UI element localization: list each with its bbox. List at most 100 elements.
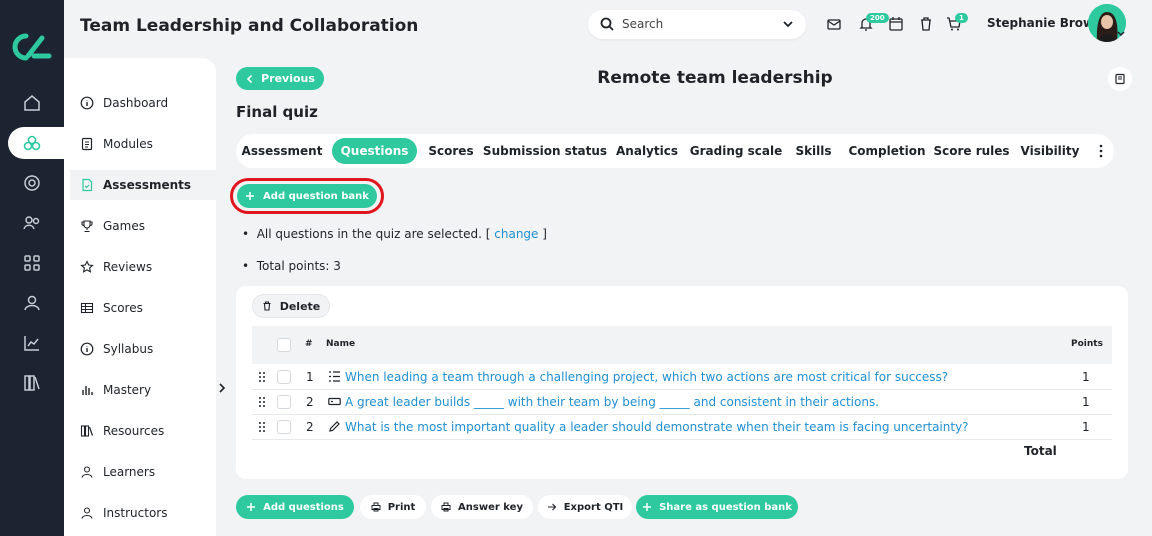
quiz-title: Final quiz xyxy=(236,103,318,121)
page-title: Remote team leadership xyxy=(597,68,833,88)
trash-icon[interactable] xyxy=(918,16,934,32)
notifications-badge: 200 xyxy=(866,13,889,23)
bullet-dot: • xyxy=(242,259,257,273)
line-chart-icon[interactable] xyxy=(22,333,42,353)
more-vertical-icon[interactable] xyxy=(1093,142,1109,160)
target-icon[interactable] xyxy=(22,173,42,193)
sidebar-item-games[interactable]: Games xyxy=(70,211,216,241)
chevron-down-icon[interactable] xyxy=(782,19,794,29)
sidebar-item-label: Reviews xyxy=(103,260,153,274)
answer-key-button[interactable]: Answer key xyxy=(431,495,533,519)
library-icon[interactable] xyxy=(22,373,42,393)
drag-handle-icon[interactable] xyxy=(258,371,266,383)
user-name[interactable]: Stephanie Brown xyxy=(987,16,1103,30)
table-row[interactable]: 2 A great leader builds _____ with their… xyxy=(252,390,1112,415)
sidebar-item-label: Syllabus xyxy=(103,342,154,356)
row-checkbox[interactable] xyxy=(277,420,291,434)
app-logo[interactable] xyxy=(12,32,52,62)
row-checkbox[interactable] xyxy=(277,370,291,384)
user-icon xyxy=(81,466,93,478)
change-link[interactable]: change xyxy=(494,227,538,241)
search-placeholder: Search xyxy=(622,17,664,31)
total-label: Total xyxy=(1024,444,1057,458)
sidebar-item-instructors[interactable]: Instructors xyxy=(70,498,216,528)
sidebar-item-mastery[interactable]: Mastery xyxy=(70,375,216,405)
plus-icon xyxy=(246,192,255,200)
assessment-icon xyxy=(82,178,93,192)
header-name: Name xyxy=(326,339,356,349)
share-as-bank-label: Share as question bank xyxy=(659,501,792,513)
sidebar-item-resources[interactable]: Resources xyxy=(70,416,216,446)
add-questions-button[interactable]: Add questions xyxy=(236,495,354,519)
sidebar-item-dashboard[interactable]: Dashboard xyxy=(70,88,216,118)
tab-assessment[interactable]: Assessment xyxy=(240,138,324,164)
question-link[interactable]: When leading a team through a challengin… xyxy=(345,370,948,384)
sidebar-item-reviews[interactable]: Reviews xyxy=(70,252,216,282)
info-icon xyxy=(80,342,94,356)
sidebar-item-label: Modules xyxy=(103,137,153,151)
drag-handle-icon[interactable] xyxy=(258,396,266,408)
profile-icon[interactable] xyxy=(22,293,42,313)
print-label: Print xyxy=(387,501,416,513)
sidebar-item-label: Resources xyxy=(103,424,165,438)
sidebar-item-assessments[interactable]: Assessments xyxy=(70,170,216,200)
tab-score-rules[interactable]: Score rules xyxy=(933,138,1009,164)
tab-analytics[interactable]: Analytics xyxy=(614,138,680,164)
list-icon xyxy=(329,371,340,382)
blank-icon xyxy=(328,397,341,406)
trash-icon xyxy=(263,301,271,311)
tab-skills[interactable]: Skills xyxy=(792,138,835,164)
user-icon xyxy=(81,507,93,519)
grid-icon[interactable] xyxy=(22,253,42,273)
delete-button[interactable]: Delete xyxy=(252,294,330,318)
sidebar-item-label: Mastery xyxy=(103,383,152,397)
tab-grading-scale[interactable]: Grading scale xyxy=(690,138,782,164)
assessment-tabs: Assessment Questions Scores Submission s… xyxy=(236,134,1114,168)
app-title: Team Leadership and Collaboration xyxy=(80,16,419,36)
notebook-button[interactable] xyxy=(1108,67,1132,91)
question-link[interactable]: What is the most important quality a lea… xyxy=(345,420,969,434)
print-button[interactable]: Print xyxy=(360,495,426,519)
tab-scores[interactable]: Scores xyxy=(425,138,477,164)
tab-visibility[interactable]: Visibility xyxy=(1016,138,1084,164)
row-points: 1 xyxy=(1082,370,1090,384)
calendar-icon[interactable] xyxy=(888,16,904,32)
selection-text: All questions in the quiz are selected. … xyxy=(256,227,491,241)
sidebar-item-learners[interactable]: Learners xyxy=(70,457,216,487)
document-icon xyxy=(81,137,93,151)
search-icon xyxy=(600,17,614,31)
previous-label: Previous xyxy=(261,72,315,85)
row-checkbox[interactable] xyxy=(277,395,291,409)
sidebar-item-label: Assessments xyxy=(103,178,192,192)
add-question-bank-button[interactable]: Add question bank xyxy=(237,184,377,208)
previous-button[interactable]: Previous xyxy=(236,67,324,90)
cart-badge: 1 xyxy=(955,13,968,23)
info-icon xyxy=(80,96,94,110)
collapse-sidebar-chevron-icon[interactable] xyxy=(216,378,228,398)
users-icon[interactable] xyxy=(22,213,42,233)
pencil-icon xyxy=(329,421,340,432)
drag-handle-icon[interactable] xyxy=(258,421,266,433)
bar-chart-icon xyxy=(82,386,93,395)
sidebar-item-scores[interactable]: Scores xyxy=(70,293,216,323)
icon-rail xyxy=(0,0,64,536)
tab-submission-status[interactable]: Submission status xyxy=(483,138,607,164)
export-qti-button[interactable]: Export QTI xyxy=(538,495,632,519)
star-icon xyxy=(80,260,94,273)
tab-completion[interactable]: Completion xyxy=(845,138,929,164)
question-link[interactable]: A great leader builds _____ with their t… xyxy=(345,395,879,409)
sidebar-item-syllabus[interactable]: Syllabus xyxy=(70,334,216,364)
share-as-question-bank-button[interactable]: Share as question bank xyxy=(636,495,798,519)
sidebar-item-modules[interactable]: Modules xyxy=(70,129,216,159)
table-row[interactable]: 1 When leading a team through a challeng… xyxy=(252,365,1112,390)
courses-icon[interactable] xyxy=(22,133,42,153)
user-menu-chevron-icon[interactable] xyxy=(1116,30,1126,38)
table-icon xyxy=(80,302,94,314)
select-all-checkbox[interactable] xyxy=(277,338,291,352)
search-input[interactable]: Search xyxy=(588,10,806,39)
answer-key-label: Answer key xyxy=(458,501,523,513)
tab-questions[interactable]: Questions xyxy=(332,138,417,164)
table-row[interactable]: 2 What is the most important quality a l… xyxy=(252,415,1112,440)
mail-icon[interactable] xyxy=(826,16,842,32)
home-icon[interactable] xyxy=(22,93,42,113)
